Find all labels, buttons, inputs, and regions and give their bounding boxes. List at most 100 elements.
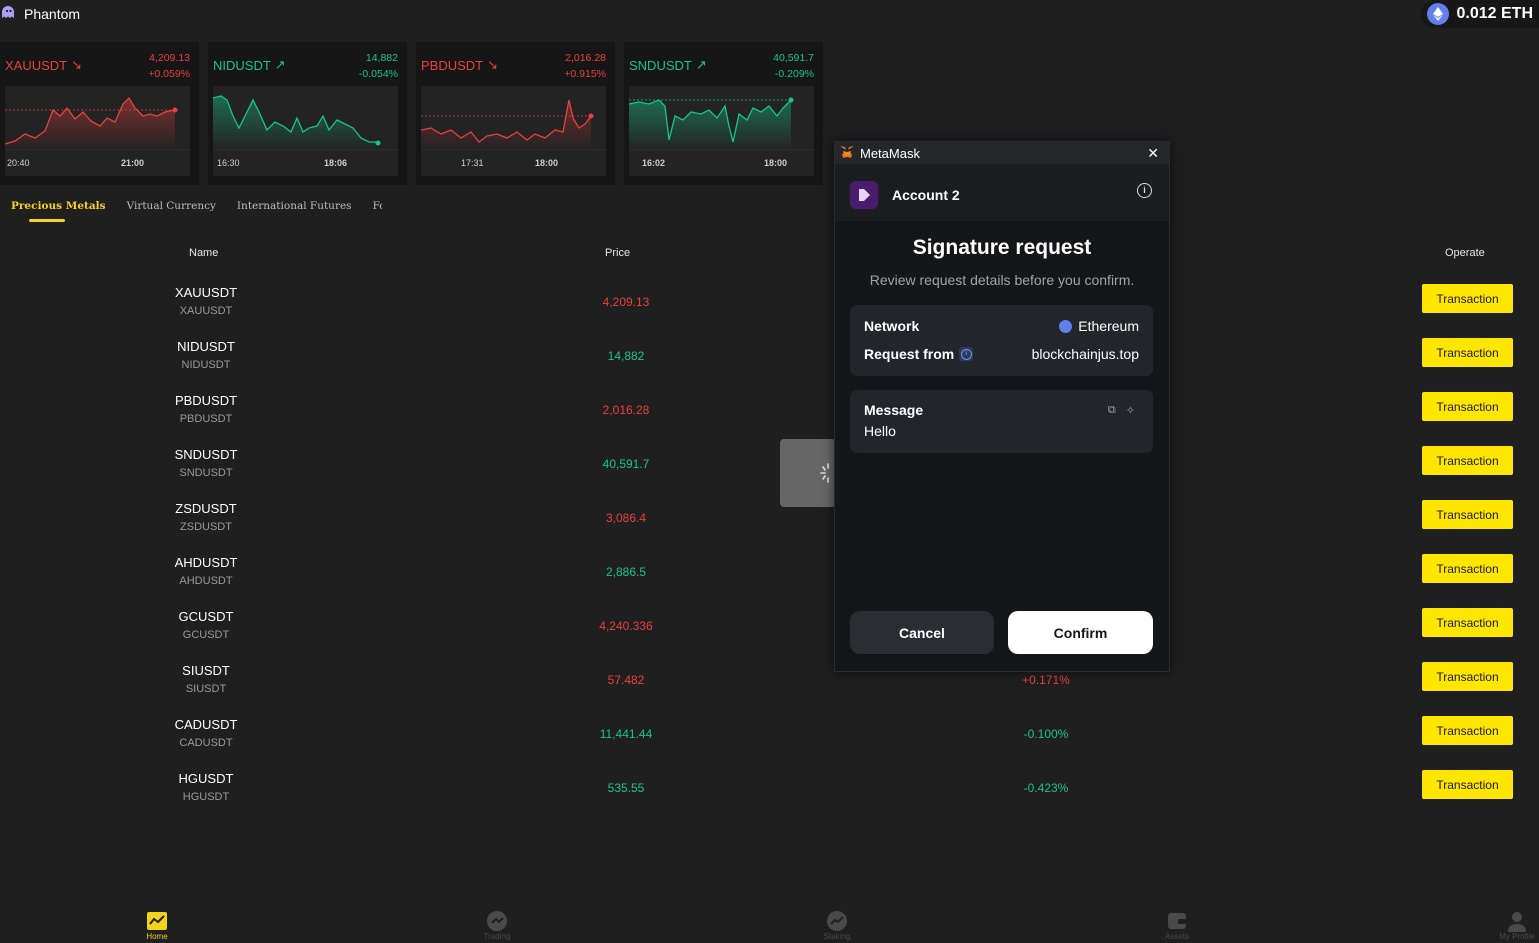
account-header: Account 2 i [835, 164, 1169, 221]
ticker-symbol: PBDUSDT ↘ [421, 57, 499, 73]
request-from-value: blockchainjus.top [1031, 346, 1139, 362]
transaction-button[interactable]: Transaction [1422, 716, 1513, 745]
signature-request-title: Signature request [912, 236, 1092, 259]
network-label: Network [864, 318, 920, 334]
table-row[interactable]: SIUSDT SIUSDT 57.482 +0.171% Transaction [0, 662, 1539, 721]
wallet-balance[interactable]: 0.012 ETH [1420, 0, 1539, 28]
nav-trading[interactable]: Trading [457, 905, 537, 941]
instrument-subname: ZSDUSDT [180, 521, 232, 533]
transaction-button[interactable]: Transaction [1422, 770, 1513, 799]
transaction-button[interactable]: Transaction [1422, 554, 1513, 583]
tab-forex[interactable]: Fo [373, 200, 382, 212]
transaction-button[interactable]: Transaction [1422, 608, 1513, 637]
nav-staking[interactable]: Staking [797, 905, 877, 941]
table-row[interactable]: ZSDUSDT ZSDUSDT 3,086.4 Transaction [0, 500, 1539, 559]
info-icon[interactable]: i [959, 347, 974, 361]
instrument-name: GCUSDT [178, 609, 234, 624]
copy-icon[interactable]: ⧉ [1108, 404, 1116, 417]
tab-virtual-currency[interactable]: Virtual Currency [127, 200, 216, 212]
instrument-price: 4,209.13 [602, 295, 650, 309]
table-row[interactable]: SNDUSDT SNDUSDT 40,591.7 Transaction [0, 446, 1539, 505]
ethereum-icon [1426, 3, 1449, 25]
instrument-price: 2,886.5 [605, 565, 647, 579]
sparkle-icon[interactable]: ✧ [1126, 404, 1135, 417]
instrument-name: ZSDUSDT [175, 501, 237, 516]
metamask-window-title: MetaMask [860, 145, 920, 161]
nav-assets[interactable]: Assets [1137, 905, 1217, 941]
ticker-price: 2,016.28 +0.915% [564, 52, 606, 80]
instrument-name: SIUSDT [182, 663, 230, 678]
network-value: Ethereum [1059, 318, 1139, 334]
axis-time-end: 21:00 [121, 158, 145, 168]
ticker-symbol: NIDUSDT ↗ [213, 57, 286, 73]
top-bar: Phantom 0.012 ETH [0, 0, 1539, 30]
loading-overlay [780, 439, 836, 507]
ticker-cards: XAUUSDT ↘ 4,209.13 +0.059% 20:40 21:00 NID… [0, 42, 823, 185]
transaction-button[interactable]: Transaction [1422, 284, 1513, 313]
transaction-button[interactable]: Transaction [1422, 662, 1513, 691]
ticker-symbol: SNDUSDT ↗ [629, 57, 707, 73]
transaction-button[interactable]: Transaction [1422, 446, 1513, 475]
staking-icon [827, 911, 847, 931]
instrument-price: 11,441.44 [599, 727, 653, 741]
cancel-button[interactable]: Cancel [850, 611, 994, 654]
phantom-ghost-icon [0, 4, 16, 23]
instrument-price: 14,882 [607, 349, 645, 363]
trend-down-icon: ↘ [487, 57, 499, 72]
table-row[interactable]: NIDUSDT NIDUSDT 14,882 Transaction [0, 338, 1539, 397]
metamask-titlebar: MetaMask [835, 142, 1169, 164]
column-header-name: Name [189, 247, 219, 259]
instrument-price: 3,086.4 [605, 511, 647, 525]
transaction-button[interactable]: Transaction [1422, 338, 1513, 367]
ethereum-network-icon [1059, 319, 1073, 333]
sparkline-chart [4, 86, 190, 176]
info-icon[interactable]: i [1137, 183, 1152, 198]
ticker-card[interactable]: NIDUSDT ↗ 14,882 -0.054% 16:30 18:06 [208, 42, 407, 185]
bottom-navigation: Home Trading Staking Assets My Profile [0, 905, 1539, 943]
app-brand[interactable]: Phantom [0, 4, 80, 23]
close-icon[interactable]: ✕ [1147, 145, 1159, 162]
instrument-name: XAUUSDT [174, 285, 238, 300]
tab-precious-metals[interactable]: Precious Metals [11, 200, 106, 222]
account-avatar [850, 181, 878, 209]
nav-my-profile[interactable]: My Profile [1477, 905, 1539, 941]
table-row[interactable]: GCUSDT GCUSDT 4,240.336 Transaction [0, 608, 1539, 667]
balance-amount: 0.012 ETH [1456, 5, 1533, 22]
tab-international-futures[interactable]: International Futures [237, 200, 352, 212]
table-row[interactable]: AHDUSDT AHDUSDT 2,886.5 Transaction [0, 554, 1539, 613]
signature-request-subtitle: Review request details before you confir… [869, 272, 1135, 288]
account-name: Account 2 [892, 187, 960, 203]
table-row[interactable]: XAUUSDT XAUUSDT 4,209.13 Transaction [0, 284, 1539, 343]
transaction-button[interactable]: Transaction [1422, 500, 1513, 529]
ticker-card[interactable]: XAUUSDT ↘ 4,209.13 +0.059% 20:40 21:00 [0, 42, 199, 185]
instrument-name: AHDUSDT [174, 555, 238, 570]
confirm-button[interactable]: Confirm [1008, 611, 1153, 654]
request-from-label: Request from i [864, 346, 974, 362]
ticker-symbol: XAUUSDT ↘ [5, 57, 83, 73]
axis-time-end: 18:00 [764, 158, 788, 168]
nav-home[interactable]: Home [117, 905, 197, 941]
instrument-name: NIDUSDT [177, 339, 235, 354]
request-details-box: Network Ethereum Request from i blockcha… [850, 305, 1153, 376]
axis-time-start: 20:40 [7, 158, 30, 168]
message-actions: ⧉ ✧ [1108, 404, 1135, 417]
instrument-name: HGUSDT [178, 771, 234, 786]
metamask-fox-icon [839, 145, 855, 162]
instrument-name: CADUSDT [174, 717, 238, 732]
instrument-price: 57.482 [607, 673, 645, 687]
transaction-button[interactable]: Transaction [1422, 392, 1513, 421]
app-name: Phantom [24, 5, 81, 22]
table-row[interactable]: PBDUSDT PBDUSDT 2,016.28 Transaction [0, 392, 1539, 451]
axis-time-end: 18:06 [324, 158, 348, 168]
ticker-card[interactable]: SNDUSDT ↗ 40,591.7 -0.209% 16:02 18:00 [624, 42, 823, 185]
trend-up-icon: ↗ [274, 57, 286, 72]
axis-time-end: 18:00 [535, 158, 559, 168]
instrument-price: 535.55 [607, 781, 645, 795]
metamask-popup: MetaMask ✕ Account 2 i Signature request… [834, 141, 1170, 672]
instrument-subname: GCUSDT [182, 629, 230, 641]
ticker-card[interactable]: PBDUSDT ↘ 2,016.28 +0.915% 17:31 18:00 [416, 42, 615, 185]
chart-icon [147, 912, 167, 930]
table-row[interactable]: HGUSDT HGUSDT 535.55 -0.423% Transaction [0, 770, 1539, 829]
sparkline-chart [420, 86, 606, 176]
table-row[interactable]: CADUSDT CADUSDT 11,441.44 -0.100% Transactio… [0, 716, 1539, 775]
